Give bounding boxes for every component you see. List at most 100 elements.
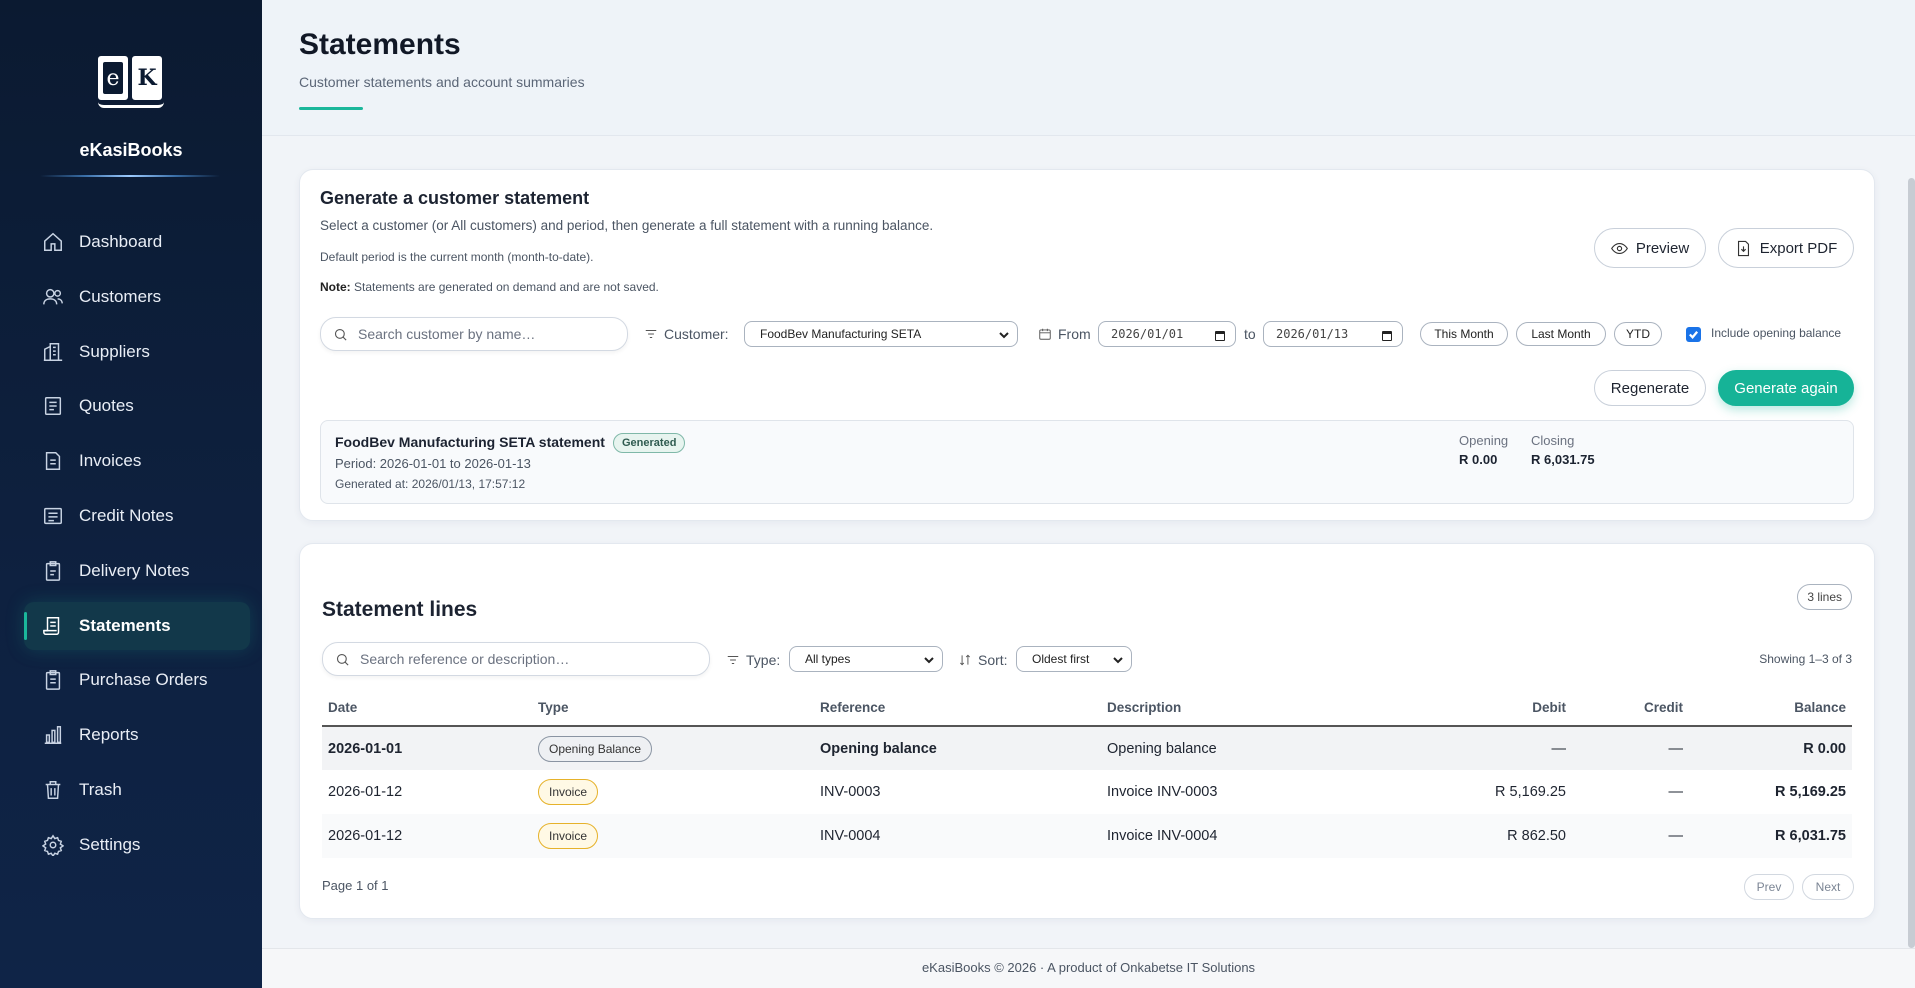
generate-again-button[interactable]: Generate again: [1718, 370, 1854, 406]
sidebar-item-reports[interactable]: Reports: [24, 711, 250, 759]
cell-description: Opening balance: [1101, 726, 1451, 770]
status-badge: Generated: [613, 433, 686, 453]
export-pdf-button[interactable]: Export PDF: [1718, 228, 1854, 268]
customer-search[interactable]: [320, 317, 628, 351]
logo-book-right: K: [132, 56, 162, 100]
statement-generated-at: Generated at: 2026/01/13, 17:57:12: [335, 477, 526, 491]
type-select[interactable]: All types: [789, 646, 943, 672]
calendar-picker-icon[interactable]: [1215, 331, 1225, 341]
table-row[interactable]: 2026-01-12 Invoice INV-0004 Invoice INV-…: [322, 814, 1852, 858]
prev-page-button[interactable]: Prev: [1744, 874, 1794, 900]
sidebar-item-suppliers[interactable]: Suppliers: [24, 328, 250, 376]
home-icon: [42, 231, 64, 253]
generate-statement-card: Generate a customer statement Select a c…: [299, 169, 1875, 521]
column-header-type[interactable]: Type: [532, 690, 814, 727]
sidebar-item-trash[interactable]: Trash: [24, 766, 250, 814]
cell-balance: R 0.00: [1689, 726, 1852, 770]
lines-search-input[interactable]: [360, 651, 660, 667]
sidebar-item-label: Purchase Orders: [79, 670, 208, 690]
to-date-input[interactable]: 2026/01/13: [1263, 321, 1403, 347]
cell-debit: —: [1451, 726, 1572, 770]
sidebar-item-delivery-notes[interactable]: Delivery Notes: [24, 547, 250, 595]
last-month-button[interactable]: Last Month: [1516, 322, 1606, 346]
to-label: to: [1244, 326, 1256, 342]
page-subtitle: Customer statements and account summarie…: [299, 74, 585, 90]
chevron-down-icon: [999, 329, 1009, 339]
sidebar-item-purchase-orders[interactable]: Purchase Orders: [24, 656, 250, 704]
lines-search[interactable]: [322, 642, 710, 676]
title-underline: [299, 107, 363, 110]
type-select-value: All types: [805, 652, 851, 666]
cell-reference: INV-0003: [820, 784, 881, 800]
sidebar-item-settings[interactable]: Settings: [24, 821, 250, 869]
column-header-date[interactable]: Date: [322, 690, 532, 727]
sidebar-item-invoices[interactable]: Invoices: [24, 437, 250, 485]
type-badge: Invoice: [538, 823, 599, 849]
sort-icon: [960, 654, 970, 666]
default-period-note: Default period is the current month (mon…: [320, 250, 594, 264]
sidebar-item-label: Quotes: [79, 396, 134, 416]
from-date-value: 2026/01/01: [1111, 327, 1184, 341]
next-page-button[interactable]: Next: [1802, 874, 1854, 900]
brand-divider: [40, 175, 220, 177]
statement-summary-title: FoodBev Manufacturing SETA statement: [335, 434, 605, 450]
this-month-button[interactable]: This Month: [1420, 322, 1508, 346]
file-download-icon: [1737, 240, 1749, 256]
page-info: Page 1 of 1: [322, 878, 389, 893]
sidebar-item-label: Credit Notes: [79, 505, 174, 525]
type-label-text: Type:: [746, 652, 781, 668]
cell-date: 2026-01-12: [322, 814, 532, 858]
sort-label: Sort:: [958, 652, 1008, 668]
sort-select[interactable]: Oldest first: [1016, 646, 1132, 672]
cell-type: Opening Balance: [532, 726, 814, 770]
sidebar-item-label: Customers: [79, 286, 162, 306]
column-header-description[interactable]: Description: [1101, 690, 1451, 727]
cell-balance: R 6,031.75: [1689, 814, 1852, 858]
type-badge: Invoice: [538, 779, 599, 805]
from-label-text: From: [1058, 326, 1091, 342]
invoice-doc-icon: [42, 450, 64, 472]
column-header-debit[interactable]: Debit: [1451, 690, 1572, 727]
preview-button-label: Preview: [1635, 239, 1690, 257]
statement-icon: [42, 615, 64, 637]
sidebar-item-customers[interactable]: Customers: [24, 273, 250, 321]
app-logo[interactable]: e K: [98, 56, 164, 108]
quote-doc-icon: [42, 395, 64, 417]
filter-icon: [645, 330, 657, 338]
table-row[interactable]: 2026-01-12 Invoice INV-0003 Invoice INV-…: [322, 770, 1852, 814]
gear-icon: [42, 834, 64, 856]
search-icon: [336, 653, 349, 666]
filter-icon: [727, 656, 739, 664]
cell-description: Invoice INV-0004: [1101, 814, 1451, 858]
sidebar-item-quotes[interactable]: Quotes: [24, 382, 250, 430]
calendar-picker-icon[interactable]: [1382, 331, 1392, 341]
sidebar-item-credit-notes[interactable]: Credit Notes: [24, 492, 250, 540]
opening-value: R 0.00: [1459, 452, 1498, 467]
table-row[interactable]: 2026-01-01 Opening Balance Opening balan…: [322, 726, 1852, 770]
column-header-balance[interactable]: Balance: [1689, 690, 1852, 727]
include-opening-label[interactable]: Include opening balance: [1711, 326, 1841, 340]
include-opening-checkbox[interactable]: [1686, 327, 1701, 342]
save-note: Note: Statements are generated on demand…: [320, 280, 659, 294]
preview-button[interactable]: Preview: [1594, 228, 1706, 268]
closing-label: Closing: [1531, 433, 1575, 448]
sidebar-item-dashboard[interactable]: Dashboard: [24, 218, 250, 266]
statement-lines-title: Statement lines: [322, 598, 478, 621]
main-scrollbar[interactable]: [1908, 178, 1915, 948]
clipboard-icon: [42, 560, 64, 582]
customer-search-input[interactable]: [358, 326, 594, 342]
cell-date: 2026-01-12: [328, 784, 403, 800]
sidebar: e K eKasiBooks Dashboard Customers Suppl…: [0, 0, 262, 988]
type-filter-label: Type:: [726, 652, 780, 668]
ytd-button[interactable]: YTD: [1614, 322, 1662, 346]
lines-count-badge: 3 lines: [1797, 584, 1852, 610]
sidebar-item-label: Trash: [79, 779, 122, 799]
column-header-credit[interactable]: Credit: [1572, 690, 1689, 727]
from-date-input[interactable]: 2026/01/01: [1098, 321, 1236, 347]
column-header-reference[interactable]: Reference: [814, 690, 1101, 727]
sidebar-item-label: Delivery Notes: [79, 560, 190, 580]
customer-select[interactable]: FoodBev Manufacturing SETA: [744, 321, 1018, 347]
sidebar-item-statements[interactable]: Statements: [24, 601, 250, 650]
table-header-row: Date Type Reference Description Debit Cr…: [322, 690, 1852, 727]
regenerate-button[interactable]: Regenerate: [1594, 370, 1706, 406]
